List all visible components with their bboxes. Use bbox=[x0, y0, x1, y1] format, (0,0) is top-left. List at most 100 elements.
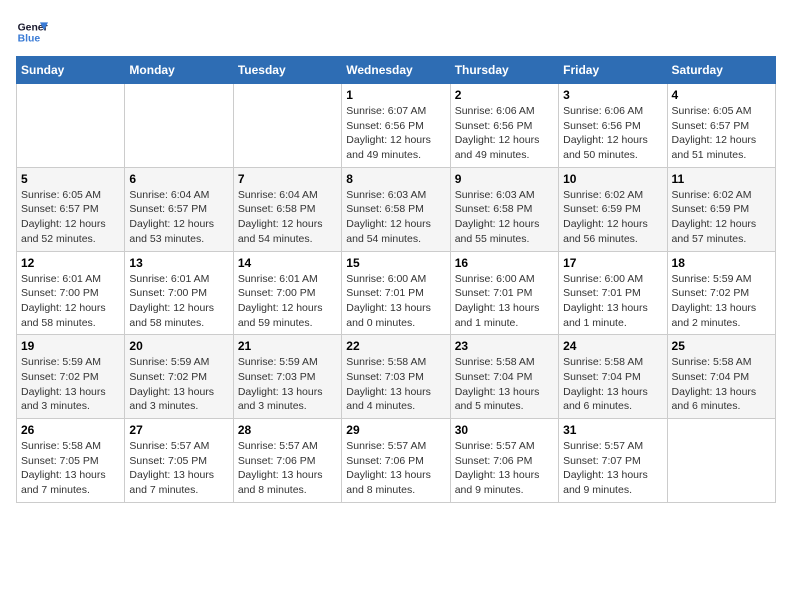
day-number: 10 bbox=[563, 172, 662, 186]
day-number: 14 bbox=[238, 256, 337, 270]
day-info: Sunrise: 6:00 AM Sunset: 7:01 PM Dayligh… bbox=[455, 272, 554, 331]
calendar-cell: 1 Sunrise: 6:07 AM Sunset: 6:56 PM Daylig… bbox=[342, 84, 450, 168]
day-number: 4 bbox=[672, 88, 771, 102]
day-number: 5 bbox=[21, 172, 120, 186]
calendar-cell bbox=[17, 84, 125, 168]
day-info: Sunrise: 5:59 AM Sunset: 7:03 PM Dayligh… bbox=[238, 355, 337, 414]
day-number: 27 bbox=[129, 423, 228, 437]
calendar-cell: 8Sunrise: 6:03 AM Sunset: 6:58 PM Daylig… bbox=[342, 167, 450, 251]
calendar-cell: 26 Sunrise: 5:58 AM Sunset: 7:05 PM Dayli… bbox=[17, 419, 125, 503]
calendar-cell: 9Sunrise: 6:03 AM Sunset: 6:58 PM Daylig… bbox=[450, 167, 558, 251]
day-info: Sunrise: 5:58 AM Sunset: 7:03 PM Dayligh… bbox=[346, 355, 445, 414]
calendar-cell: 18Sunrise: 5:59 AM Sunset: 7:02 PM Dayli… bbox=[667, 251, 775, 335]
logo-icon: General Blue bbox=[16, 16, 48, 48]
calendar-cell: 6Sunrise: 6:04 AM Sunset: 6:57 PM Daylig… bbox=[125, 167, 233, 251]
calendar-week-row: 26 Sunrise: 5:58 AM Sunset: 7:05 PM Dayli… bbox=[17, 419, 776, 503]
day-info: Sunrise: 5:59 AM Sunset: 7:02 PM Dayligh… bbox=[672, 272, 771, 331]
calendar-cell: 29 Sunrise: 5:57 AM Sunset: 7:06 PM Dayli… bbox=[342, 419, 450, 503]
calendar-week-row: 12 Sunrise: 6:01 AM Sunset: 7:00 PM Dayli… bbox=[17, 251, 776, 335]
weekday-header: Friday bbox=[559, 57, 667, 84]
calendar-cell: 4 Sunrise: 6:05 AM Sunset: 6:57 PM Daylig… bbox=[667, 84, 775, 168]
day-info: Sunrise: 6:07 AM Sunset: 6:56 PM Dayligh… bbox=[346, 104, 445, 163]
day-number: 3 bbox=[563, 88, 662, 102]
weekday-row: SundayMondayTuesdayWednesdayThursdayFrid… bbox=[17, 57, 776, 84]
day-number: 2 bbox=[455, 88, 554, 102]
calendar-header: SundayMondayTuesdayWednesdayThursdayFrid… bbox=[17, 57, 776, 84]
day-number: 9 bbox=[455, 172, 554, 186]
day-number: 17 bbox=[563, 256, 662, 270]
calendar-cell: 31 Sunrise: 5:57 AM Sunset: 7:07 PM Dayli… bbox=[559, 419, 667, 503]
day-info: Sunrise: 5:57 AM Sunset: 7:06 PM Dayligh… bbox=[346, 439, 445, 498]
day-number: 1 bbox=[346, 88, 445, 102]
calendar-cell: 3Sunrise: 6:06 AM Sunset: 6:56 PM Daylig… bbox=[559, 84, 667, 168]
day-info: Sunrise: 6:02 AM Sunset: 6:59 PM Dayligh… bbox=[672, 188, 771, 247]
day-info: Sunrise: 5:57 AM Sunset: 7:06 PM Dayligh… bbox=[238, 439, 337, 498]
calendar-cell bbox=[125, 84, 233, 168]
weekday-header: Wednesday bbox=[342, 57, 450, 84]
weekday-header: Saturday bbox=[667, 57, 775, 84]
day-number: 7 bbox=[238, 172, 337, 186]
day-number: 15 bbox=[346, 256, 445, 270]
calendar-cell: 21Sunrise: 5:59 AM Sunset: 7:03 PM Dayli… bbox=[233, 335, 341, 419]
day-number: 31 bbox=[563, 423, 662, 437]
calendar-cell: 7 Sunrise: 6:04 AM Sunset: 6:58 PM Daylig… bbox=[233, 167, 341, 251]
day-number: 28 bbox=[238, 423, 337, 437]
calendar-cell: 22 Sunrise: 5:58 AM Sunset: 7:03 PM Dayli… bbox=[342, 335, 450, 419]
day-number: 12 bbox=[21, 256, 120, 270]
day-number: 13 bbox=[129, 256, 228, 270]
calendar-cell: 16Sunrise: 6:00 AM Sunset: 7:01 PM Dayli… bbox=[450, 251, 558, 335]
day-info: Sunrise: 5:58 AM Sunset: 7:05 PM Dayligh… bbox=[21, 439, 120, 498]
day-number: 29 bbox=[346, 423, 445, 437]
calendar-cell: 28 Sunrise: 5:57 AM Sunset: 7:06 PM Dayli… bbox=[233, 419, 341, 503]
calendar-week-row: 1 Sunrise: 6:07 AM Sunset: 6:56 PM Daylig… bbox=[17, 84, 776, 168]
day-info: Sunrise: 6:04 AM Sunset: 6:58 PM Dayligh… bbox=[238, 188, 337, 247]
calendar-cell bbox=[233, 84, 341, 168]
calendar-week-row: 5 Sunrise: 6:05 AM Sunset: 6:57 PM Daylig… bbox=[17, 167, 776, 251]
day-info: Sunrise: 6:00 AM Sunset: 7:01 PM Dayligh… bbox=[346, 272, 445, 331]
day-info: Sunrise: 6:01 AM Sunset: 7:00 PM Dayligh… bbox=[21, 272, 120, 331]
weekday-header: Monday bbox=[125, 57, 233, 84]
day-number: 19 bbox=[21, 339, 120, 353]
calendar-cell: 15 Sunrise: 6:00 AM Sunset: 7:01 PM Dayli… bbox=[342, 251, 450, 335]
calendar-cell: 30Sunrise: 5:57 AM Sunset: 7:06 PM Dayli… bbox=[450, 419, 558, 503]
day-info: Sunrise: 6:00 AM Sunset: 7:01 PM Dayligh… bbox=[563, 272, 662, 331]
weekday-header: Thursday bbox=[450, 57, 558, 84]
day-info: Sunrise: 6:05 AM Sunset: 6:57 PM Dayligh… bbox=[21, 188, 120, 247]
calendar-cell: 27 Sunrise: 5:57 AM Sunset: 7:05 PM Dayli… bbox=[125, 419, 233, 503]
calendar-cell: 25 Sunrise: 5:58 AM Sunset: 7:04 PM Dayli… bbox=[667, 335, 775, 419]
calendar-cell: 20Sunrise: 5:59 AM Sunset: 7:02 PM Dayli… bbox=[125, 335, 233, 419]
calendar-cell: 23Sunrise: 5:58 AM Sunset: 7:04 PM Dayli… bbox=[450, 335, 558, 419]
calendar-cell: 24Sunrise: 5:58 AM Sunset: 7:04 PM Dayli… bbox=[559, 335, 667, 419]
weekday-header: Sunday bbox=[17, 57, 125, 84]
calendar-cell: 12 Sunrise: 6:01 AM Sunset: 7:00 PM Dayli… bbox=[17, 251, 125, 335]
day-number: 6 bbox=[129, 172, 228, 186]
calendar-cell: 17 Sunrise: 6:00 AM Sunset: 7:01 PM Dayli… bbox=[559, 251, 667, 335]
calendar-body: 1 Sunrise: 6:07 AM Sunset: 6:56 PM Daylig… bbox=[17, 84, 776, 503]
day-number: 22 bbox=[346, 339, 445, 353]
day-number: 25 bbox=[672, 339, 771, 353]
day-info: Sunrise: 5:58 AM Sunset: 7:04 PM Dayligh… bbox=[563, 355, 662, 414]
day-number: 23 bbox=[455, 339, 554, 353]
calendar-cell: 11Sunrise: 6:02 AM Sunset: 6:59 PM Dayli… bbox=[667, 167, 775, 251]
day-info: Sunrise: 5:59 AM Sunset: 7:02 PM Dayligh… bbox=[21, 355, 120, 414]
calendar-cell: 19 Sunrise: 5:59 AM Sunset: 7:02 PM Dayli… bbox=[17, 335, 125, 419]
day-info: Sunrise: 6:02 AM Sunset: 6:59 PM Dayligh… bbox=[563, 188, 662, 247]
calendar-cell: 14 Sunrise: 6:01 AM Sunset: 7:00 PM Dayli… bbox=[233, 251, 341, 335]
day-number: 30 bbox=[455, 423, 554, 437]
day-info: Sunrise: 6:06 AM Sunset: 6:56 PM Dayligh… bbox=[455, 104, 554, 163]
calendar-table: SundayMondayTuesdayWednesdayThursdayFrid… bbox=[16, 56, 776, 503]
day-info: Sunrise: 6:01 AM Sunset: 7:00 PM Dayligh… bbox=[238, 272, 337, 331]
day-info: Sunrise: 6:01 AM Sunset: 7:00 PM Dayligh… bbox=[129, 272, 228, 331]
calendar-cell: 2 Sunrise: 6:06 AM Sunset: 6:56 PM Daylig… bbox=[450, 84, 558, 168]
day-info: Sunrise: 5:58 AM Sunset: 7:04 PM Dayligh… bbox=[672, 355, 771, 414]
day-info: Sunrise: 5:57 AM Sunset: 7:07 PM Dayligh… bbox=[563, 439, 662, 498]
day-info: Sunrise: 5:57 AM Sunset: 7:05 PM Dayligh… bbox=[129, 439, 228, 498]
calendar-cell bbox=[667, 419, 775, 503]
logo: General Blue bbox=[16, 16, 48, 48]
calendar-cell: 5 Sunrise: 6:05 AM Sunset: 6:57 PM Daylig… bbox=[17, 167, 125, 251]
calendar-cell: 10 Sunrise: 6:02 AM Sunset: 6:59 PM Dayli… bbox=[559, 167, 667, 251]
day-number: 8 bbox=[346, 172, 445, 186]
day-number: 26 bbox=[21, 423, 120, 437]
day-number: 20 bbox=[129, 339, 228, 353]
day-info: Sunrise: 6:05 AM Sunset: 6:57 PM Dayligh… bbox=[672, 104, 771, 163]
